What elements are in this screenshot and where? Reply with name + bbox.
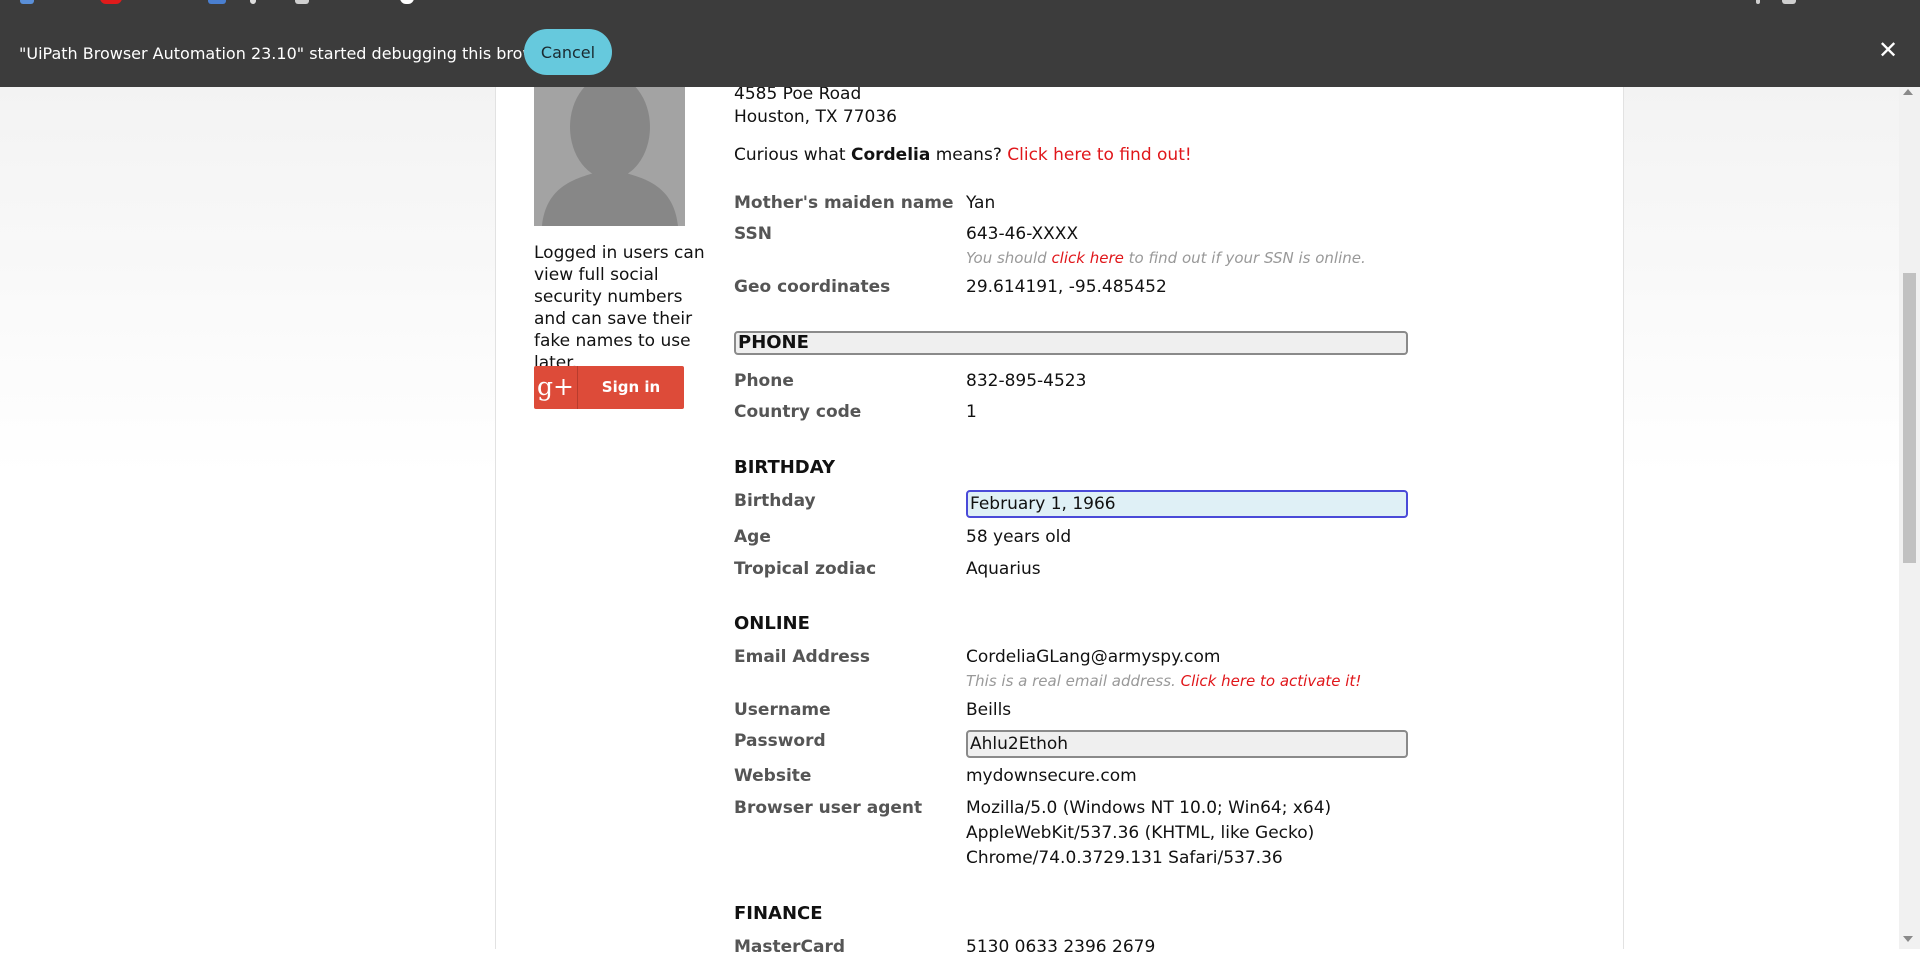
- age-value: 58 years old: [966, 527, 1072, 547]
- birthday-label: Birthday: [734, 491, 816, 511]
- person-silhouette-icon: [534, 87, 685, 226]
- google-signin-button[interactable]: g+ Sign in: [534, 366, 684, 409]
- country-code-label: Country code: [734, 402, 862, 422]
- zodiac-label: Tropical zodiac: [734, 559, 877, 579]
- country-code-value: 1: [966, 402, 977, 422]
- online-heading: ONLINE: [734, 613, 810, 634]
- birthday-heading: BIRTHDAY: [734, 457, 835, 478]
- ssn-label: SSN: [734, 224, 772, 244]
- ssn-note-suffix: to find out if your SSN is online.: [1123, 249, 1366, 267]
- signin-label: Sign in: [601, 378, 661, 396]
- user-agent-line-3: Chrome/74.0.3729.131 Safari/537.36: [966, 848, 1283, 868]
- address-line-2: Houston, TX 77036: [734, 107, 897, 127]
- maiden-name-label: Mother's maiden name: [734, 193, 954, 213]
- tab-strip-fragment: [0, 0, 1920, 6]
- google-plus-icon: g+: [534, 366, 578, 409]
- phone-label: Phone: [734, 371, 794, 391]
- user-agent-line-1: Mozilla/5.0 (Windows NT 10.0; Win64; x64…: [966, 798, 1332, 818]
- scroll-up-arrow-icon[interactable]: [1903, 89, 1913, 95]
- scrollbar-thumb[interactable]: [1903, 273, 1916, 563]
- email-value: CordeliaGLang@armyspy.com: [966, 647, 1221, 667]
- curious-prefix: Curious what: [734, 145, 851, 165]
- ssn-value: 643-46-XXXX: [966, 224, 1079, 244]
- email-note-prefix: This is a real email address.: [966, 672, 1181, 690]
- activate-email-link[interactable]: Click here to activate it!: [1181, 672, 1362, 690]
- mastercard-value: 5130 0633 2396 2679: [966, 937, 1156, 957]
- scroll-down-arrow-icon[interactable]: [1903, 936, 1913, 942]
- age-label: Age: [734, 527, 771, 547]
- email-note: This is a real email address. Click here…: [966, 672, 1361, 690]
- website-label: Website: [734, 766, 812, 786]
- page-background-right: [1624, 87, 1900, 949]
- curious-mid: means?: [930, 145, 1008, 165]
- ssn-check-link[interactable]: click here: [1051, 249, 1123, 267]
- email-label: Email Address: [734, 647, 871, 667]
- name-meaning-line: Curious what Cordelia means? Click here …: [734, 145, 1192, 165]
- mastercard-label: MasterCard: [734, 937, 846, 957]
- first-name: Cordelia: [850, 145, 931, 165]
- geo-label: Geo coordinates: [734, 277, 891, 297]
- birthday-value[interactable]: February 1, 1966: [966, 490, 1408, 518]
- close-icon[interactable]: ✕: [1876, 38, 1900, 62]
- phone-value: 832-895-4523: [966, 371, 1087, 391]
- debug-infobar: "UiPath Browser Automation 23.10" starte…: [0, 0, 1920, 87]
- zodiac-value: Aquarius: [966, 559, 1041, 579]
- username-label: Username: [734, 700, 831, 720]
- login-note: Logged in users can view full social sec…: [534, 243, 705, 373]
- ssn-note-prefix: You should: [966, 249, 1052, 267]
- username-value: Beills: [966, 700, 1012, 720]
- website-value: mydownsecure.com: [966, 766, 1137, 786]
- debug-message: "UiPath Browser Automation 23.10" starte…: [19, 44, 561, 63]
- maiden-name-value: Yan: [966, 193, 996, 213]
- geo-coordinates-link[interactable]: 29.614191, -95.485452: [966, 277, 1167, 297]
- phone-heading: PHONE: [734, 331, 1408, 355]
- address-line-1: 4585 Poe Road: [734, 84, 862, 104]
- page-background-left: [0, 87, 495, 949]
- password-label: Password: [734, 731, 826, 751]
- ssn-note: You should click here to find out if you…: [966, 249, 1366, 267]
- name-meaning-link[interactable]: Click here to find out!: [1007, 145, 1191, 165]
- cancel-debug-button[interactable]: Cancel: [524, 29, 612, 75]
- finance-heading: FINANCE: [734, 903, 823, 924]
- password-value[interactable]: Ahlu2Ethoh: [966, 730, 1408, 758]
- user-agent-label: Browser user agent: [734, 798, 923, 818]
- user-agent-line-2: AppleWebKit/537.36 (KHTML, like Gecko): [966, 823, 1315, 843]
